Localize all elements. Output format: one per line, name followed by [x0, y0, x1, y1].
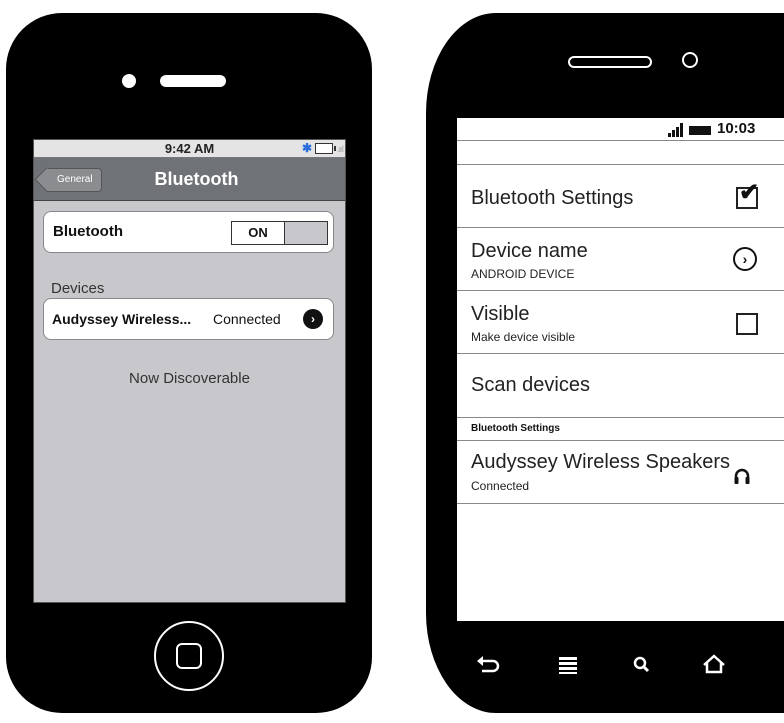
scan-devices-row[interactable]: Scan devices: [457, 354, 784, 418]
chevron-right-icon[interactable]: ›: [303, 309, 323, 329]
home-icon: [176, 643, 202, 669]
scan-devices-label: Scan devices: [471, 374, 590, 396]
section-header: Bluetooth Settings: [471, 423, 560, 434]
device-name-value: ANDROID DEVICE: [471, 267, 575, 281]
back-button-label: General: [57, 174, 93, 185]
device-name-title: Device name: [471, 240, 588, 262]
signal-icon: [668, 123, 686, 137]
bluetooth-settings-label: Bluetooth Settings: [471, 187, 634, 209]
speaker-name: Audyssey Wireless Speakers: [471, 451, 730, 473]
home-button[interactable]: [154, 621, 224, 691]
signal-icon: .ııl: [337, 144, 344, 154]
bluetooth-settings-row[interactable]: Bluetooth Settings ✔: [457, 165, 784, 228]
toggle-knob[interactable]: [285, 222, 327, 244]
visible-title: Visible: [471, 303, 530, 325]
speaker-row[interactable]: Audyssey Wireless Speakers Connected: [457, 441, 784, 504]
search-icon[interactable]: [627, 651, 657, 679]
battery-icon: [689, 126, 711, 135]
front-camera: [122, 74, 136, 88]
device-name: Audyssey Wireless...: [52, 311, 192, 327]
ios-status-bar: 9:42 AM ✱ .ııl: [34, 140, 345, 158]
blank-row: [457, 140, 784, 165]
bluetooth-label: Bluetooth: [53, 223, 123, 240]
front-camera: [682, 52, 698, 68]
earpiece-speaker: [568, 56, 652, 68]
android-device: 10:03 Bluetooth Settings ✔ Device name A…: [426, 13, 784, 713]
menu-icon[interactable]: [553, 651, 583, 679]
visible-row[interactable]: Visible Make device visible: [457, 291, 784, 354]
section-header-row: Bluetooth Settings: [457, 418, 784, 441]
battery-icon: [315, 143, 336, 154]
device-status: Connected: [213, 311, 281, 327]
devices-section-header: Devices: [51, 280, 105, 297]
android-nav-bar: [457, 643, 784, 688]
android-status-bar: 10:03: [457, 118, 784, 141]
checkmark-icon: ✔: [739, 179, 760, 206]
toggle-on-label: ON: [232, 222, 285, 244]
bluetooth-toggle-cell: Bluetooth ON: [43, 211, 334, 253]
ios-screen: 9:42 AM ✱ .ııl General Bluetooth Bluetoo…: [33, 139, 346, 603]
home-icon[interactable]: [699, 651, 729, 679]
iphone-device: 9:42 AM ✱ .ııl General Bluetooth Bluetoo…: [6, 13, 372, 713]
discoverable-status: Now Discoverable: [129, 370, 250, 387]
device-row[interactable]: Audyssey Wireless... Connected ›: [43, 298, 334, 340]
ios-status-time: 9:42 AM: [164, 141, 215, 156]
android-screen: 10:03 Bluetooth Settings ✔ Device name A…: [457, 118, 784, 621]
earpiece-speaker: [160, 75, 226, 87]
chevron-right-icon[interactable]: ›: [733, 247, 757, 271]
ios-navigation-bar: General Bluetooth: [34, 158, 345, 201]
android-status-time: 10:03: [717, 120, 756, 137]
device-name-row[interactable]: Device name ANDROID DEVICE ›: [457, 228, 784, 291]
visible-subtitle: Make device visible: [471, 330, 576, 344]
headphones-icon: [734, 468, 750, 484]
visible-checkbox[interactable]: [736, 313, 758, 335]
bluetooth-icon: ✱: [302, 141, 313, 155]
back-icon[interactable]: [473, 651, 503, 679]
bluetooth-checkbox[interactable]: ✔: [736, 181, 759, 209]
speaker-status: Connected: [471, 479, 530, 493]
bluetooth-toggle[interactable]: ON: [231, 221, 328, 245]
